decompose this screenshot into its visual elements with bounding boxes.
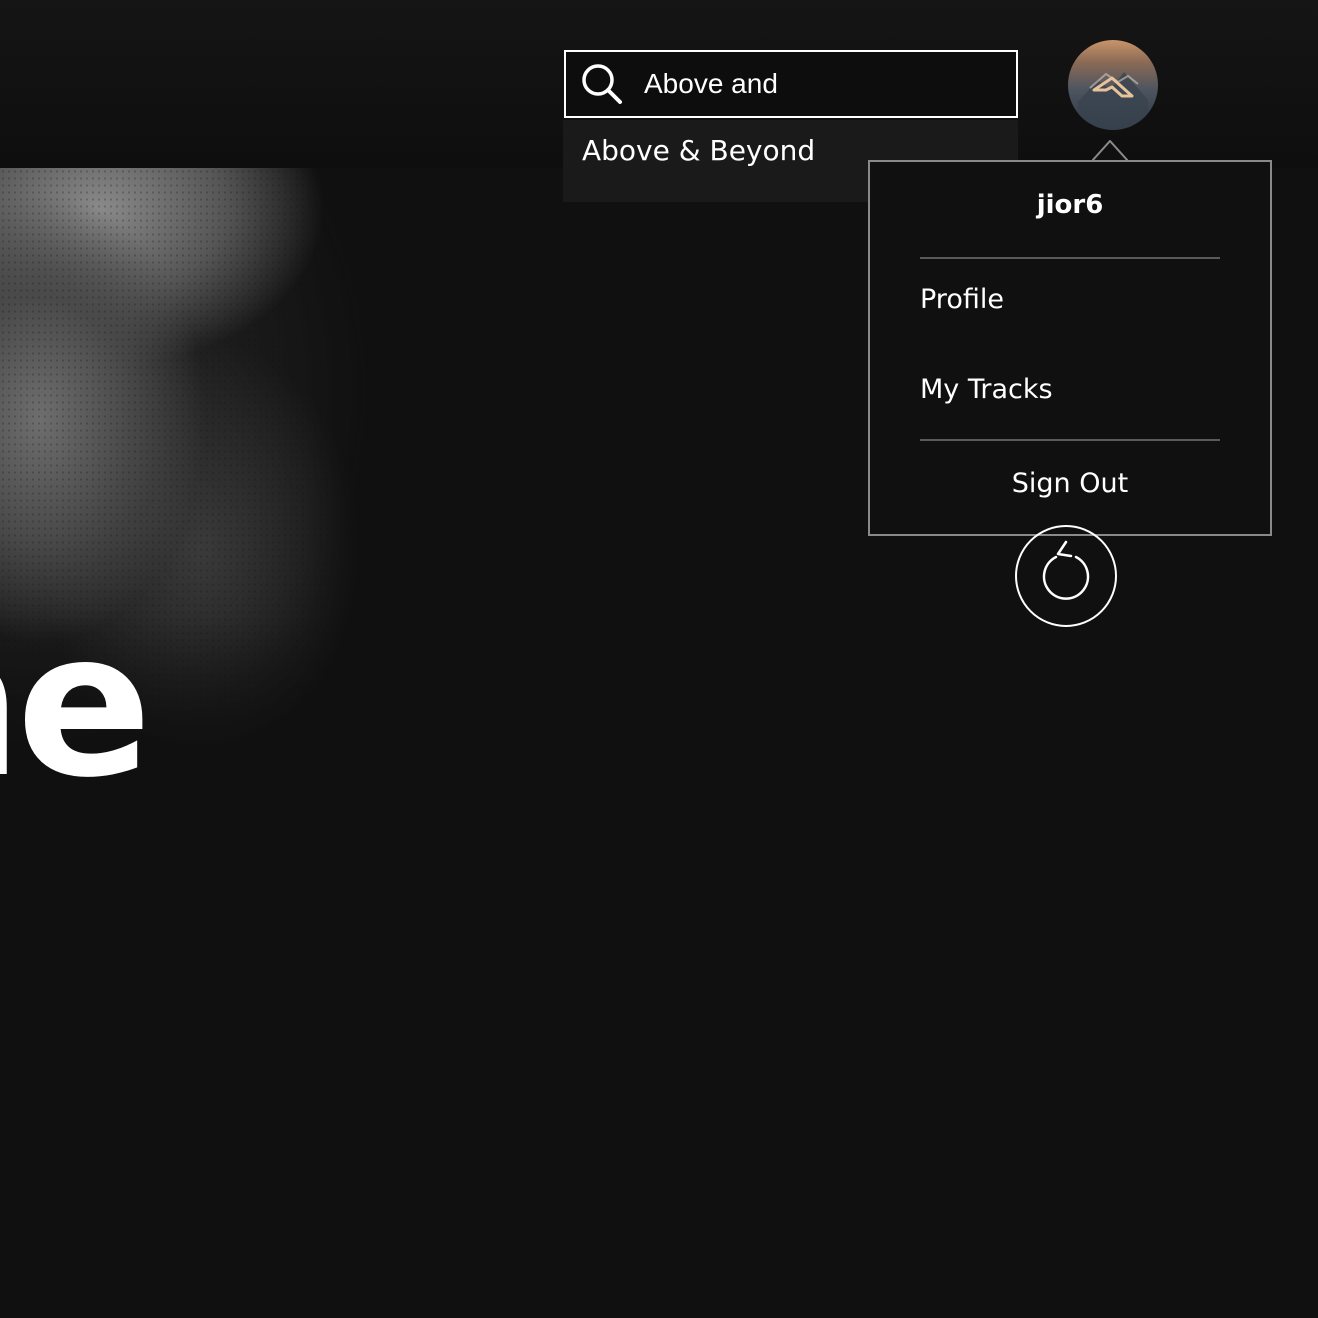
sign-out-button[interactable]: Sign Out (870, 468, 1270, 499)
menu-divider (920, 257, 1220, 259)
replay-button[interactable] (1014, 524, 1118, 628)
search-icon (582, 64, 622, 104)
menu-item-profile[interactable]: Profile (920, 284, 1004, 315)
page: ne Above & Beyond jior6 Profile My Track… (0, 0, 1318, 1318)
user-menu: jior6 Profile My Tracks Sign Out (868, 160, 1272, 536)
user-avatar[interactable] (1068, 40, 1158, 130)
replay-icon (1042, 540, 1090, 600)
search-input[interactable] (644, 52, 1004, 116)
hero-title: ne (0, 589, 152, 808)
anjunabeats-logo-icon (1078, 72, 1148, 130)
suggestion-above-and-beyond[interactable]: Above & Beyond (582, 134, 815, 167)
menu-divider (920, 439, 1220, 441)
menu-username: jior6 (1036, 190, 1104, 220)
search-box[interactable] (564, 50, 1018, 118)
menu-item-my-tracks[interactable]: My Tracks (920, 374, 1053, 405)
hero-banner: ne (0, 168, 560, 808)
menu-caret (1092, 140, 1128, 162)
